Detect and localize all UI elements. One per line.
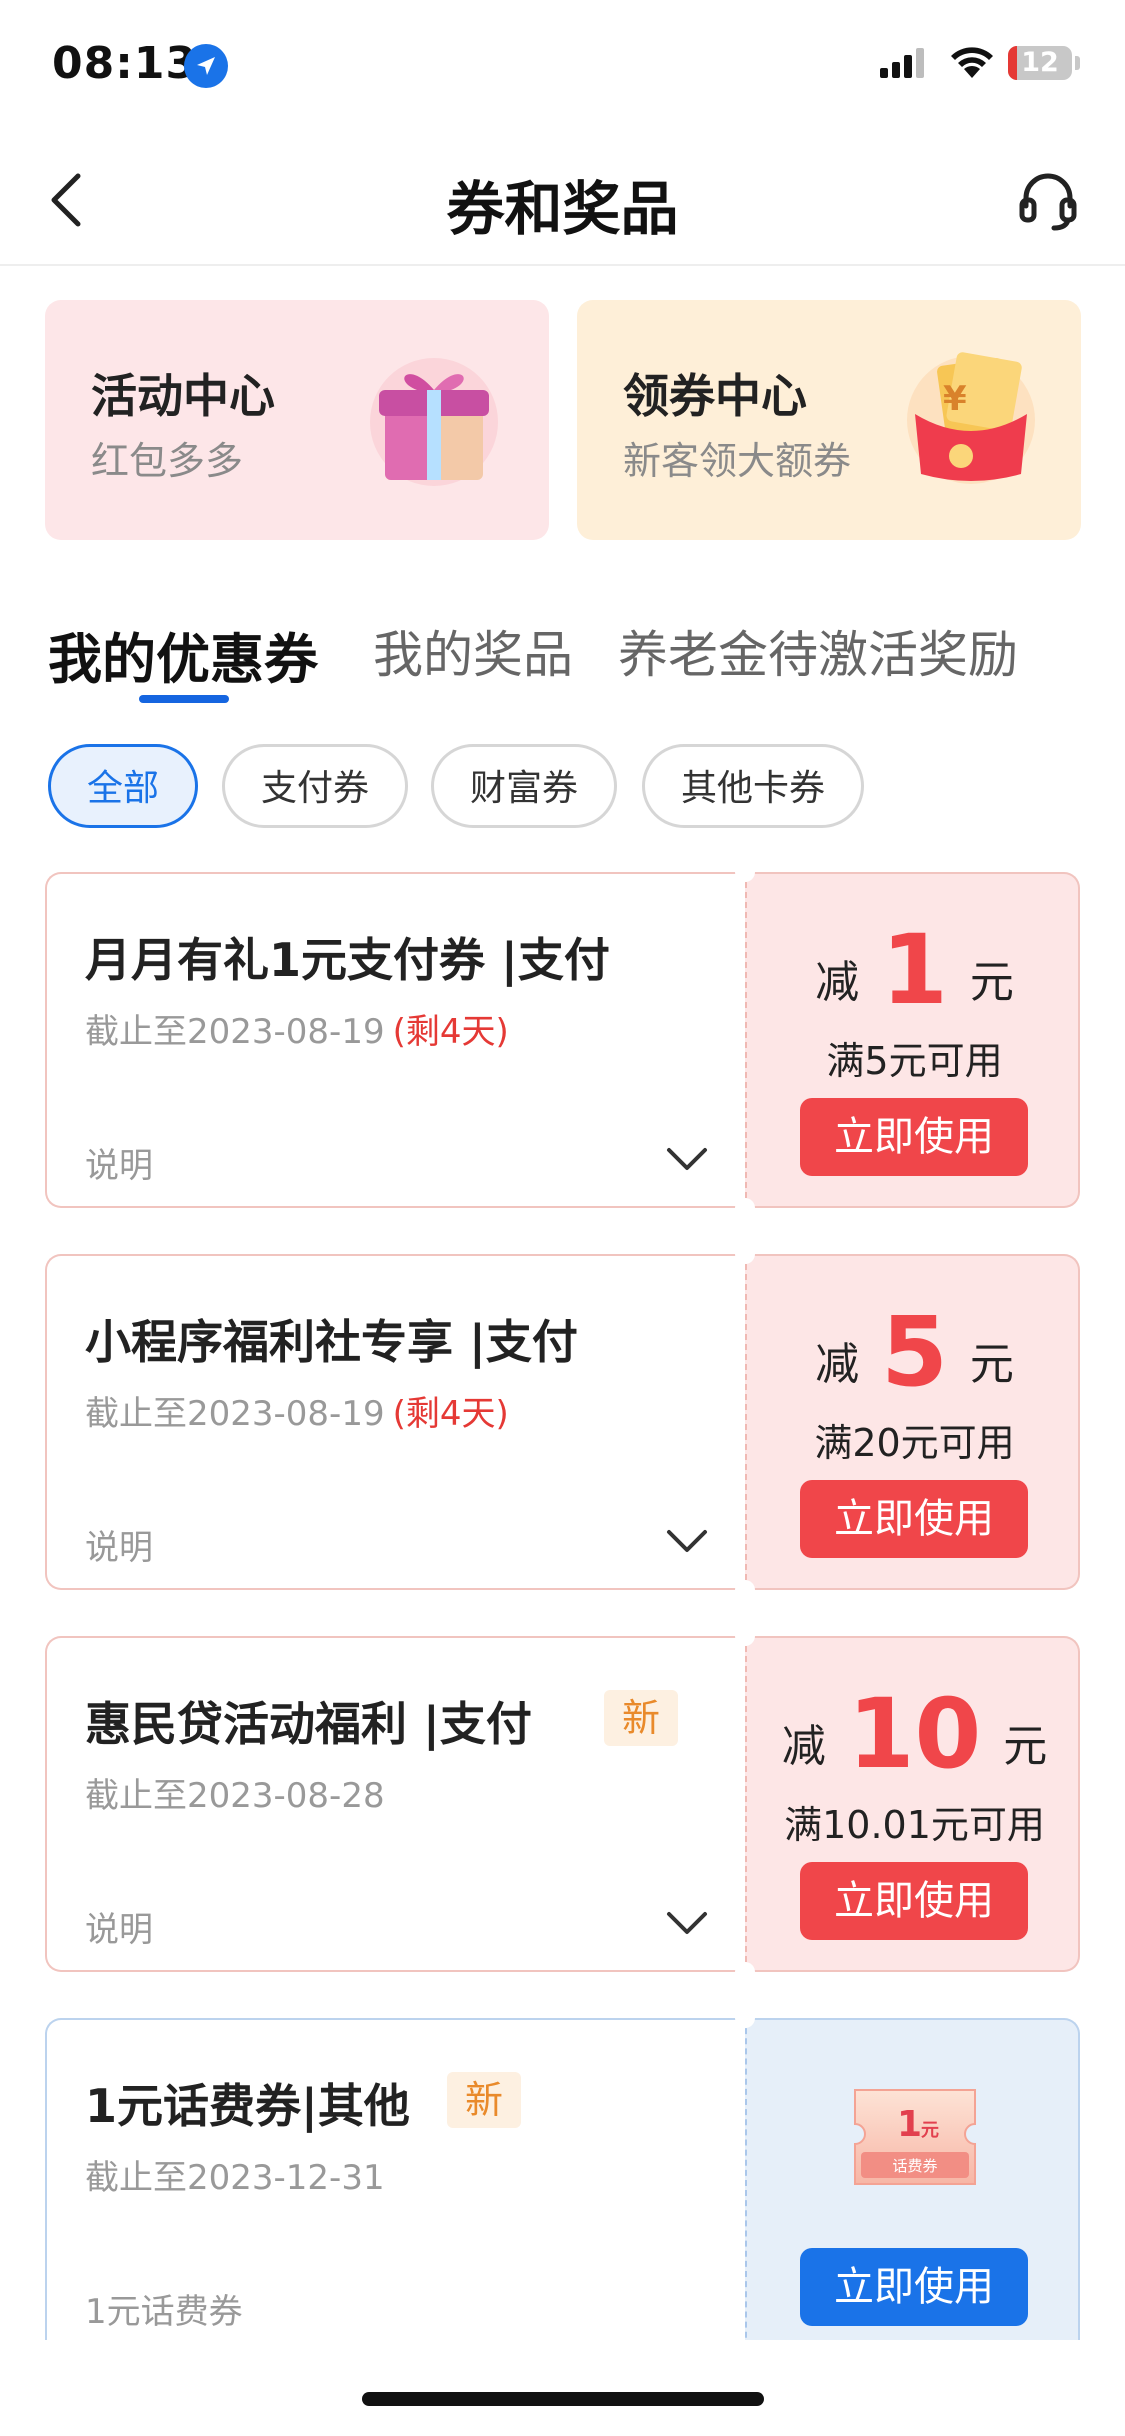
coupon-description-toggle[interactable]: 说明 — [85, 1902, 153, 1951]
coupon-tabs: 我的优惠券 我的奖品 养老金待激活奖励 — [0, 600, 1125, 710]
use-now-button[interactable]: 立即使用 — [800, 1098, 1028, 1176]
gift-box-icon — [370, 358, 498, 486]
battery-icon: 12 — [1008, 46, 1072, 80]
cellular-signal-icon — [880, 48, 924, 78]
coupon-center-subtitle: 新客领大额券 — [623, 439, 852, 483]
coupon-value-panel: 减 10 元 满10.01元可用 立即使用 — [745, 1636, 1080, 1972]
activity-center-title: 活动中心 — [91, 369, 275, 423]
coupon-value-panel: 减1元 满5元可用 立即使用 — [745, 872, 1080, 1208]
tab-my-prizes[interactable]: 我的奖品 — [373, 615, 573, 687]
coupon-title: 月月有礼1元支付券 |支付 — [85, 933, 610, 987]
chevron-down-icon[interactable] — [665, 1528, 709, 1554]
activity-center-card[interactable]: 活动中心 红包多多 — [45, 300, 549, 540]
use-now-button[interactable]: 立即使用 — [800, 1480, 1028, 1558]
filter-all[interactable]: 全部 — [48, 744, 198, 828]
status-bar: 08:13 12 — [0, 0, 1125, 132]
coupon-condition: 满10.01元可用 — [784, 1803, 1045, 1847]
coupon-title: 惠民贷活动福利 |支付 — [85, 1697, 532, 1751]
phone-bill-ticket-icon: 1 元 话费券 — [854, 2089, 976, 2185]
coupon-expiry: 截止至2023-12-31 — [85, 2158, 385, 2198]
coupon-description: 1元话费券 — [85, 2292, 243, 2332]
filter-payment-coupons[interactable]: 支付券 — [222, 744, 408, 828]
filter-other-cards[interactable]: 其他卡券 — [642, 744, 864, 828]
coupon-card: 月月有礼1元支付券 |支付 截止至2023-08-19 (剩4天) 说明 减1元 … — [45, 872, 1080, 1208]
coupon-info: 惠民贷活动福利 |支付 新 截止至2023-08-28 说明 — [45, 1636, 745, 1972]
filter-wealth-coupons[interactable]: 财富券 — [431, 744, 617, 828]
battery-level: 12 — [1021, 47, 1059, 78]
coupon-center-title: 领券中心 — [623, 369, 807, 423]
coupon-discount: 减1元 — [815, 914, 1014, 1026]
coupon-info: 1元话费券|其他 新 截止至2023-12-31 1元话费券 — [45, 2018, 745, 2340]
coupon-card: 小程序福利社专享 |支付 截止至2023-08-19 (剩4天) 说明 减5元 满… — [45, 1254, 1080, 1590]
coupon-discount: 减5元 — [815, 1296, 1014, 1408]
page-title: 券和奖品 — [446, 175, 679, 243]
coupon-card: 1元话费券|其他 新 截止至2023-12-31 1元话费券 1 元 话费券 立… — [45, 2018, 1080, 2340]
home-indicator — [362, 2392, 764, 2406]
coupon-description-toggle[interactable]: 说明 — [85, 1520, 153, 1569]
new-badge: 新 — [447, 2072, 522, 2128]
active-tab-indicator — [139, 695, 229, 703]
coupon-title: 小程序福利社专享 |支付 — [85, 1315, 578, 1369]
location-arrow-icon — [184, 44, 228, 88]
coupon-expiry: 截止至2023-08-19 (剩4天) — [85, 1012, 509, 1052]
ticket-label: 话费券 — [892, 2157, 937, 2175]
coupon-center-card[interactable]: 领券中心 新客领大额券 ¥ — [577, 300, 1081, 540]
coupon-days-remaining: (剩4天) — [392, 1012, 509, 1052]
coupon-info: 小程序福利社专享 |支付 截止至2023-08-19 (剩4天) 说明 — [45, 1254, 745, 1590]
coupon-discount: 减 10 元 — [781, 1678, 1048, 1790]
new-badge: 新 — [604, 1690, 679, 1746]
ticket-unit: 元 — [921, 2120, 939, 2141]
coupon-title: 1元话费券|其他 — [85, 2079, 410, 2133]
activity-center-subtitle: 红包多多 — [91, 439, 244, 483]
customer-service-headset-icon[interactable] — [1016, 168, 1080, 232]
use-now-button[interactable]: 立即使用 — [800, 1862, 1028, 1940]
coupon-condition: 满5元可用 — [826, 1039, 1003, 1083]
coupon-info: 月月有礼1元支付券 |支付 截止至2023-08-19 (剩4天) 说明 — [45, 872, 745, 1208]
coupon-value-panel: 减5元 满20元可用 立即使用 — [745, 1254, 1080, 1590]
ticket-amount: 1 — [897, 2104, 922, 2145]
coupon-card: 惠民贷活动福利 |支付 新 截止至2023-08-28 说明 减 10 元 满10.… — [45, 1636, 1080, 1972]
coupon-expiry: 截止至2023-08-19 (剩4天) — [85, 1394, 509, 1434]
coupon-days-remaining: (剩4天) — [392, 1394, 509, 1434]
battery-cap — [1075, 56, 1080, 70]
use-now-button[interactable]: 立即使用 — [800, 2248, 1028, 2326]
wifi-icon — [951, 47, 993, 78]
tab-pension-rewards[interactable]: 养老金待激活奖励 — [618, 615, 1018, 687]
coupon-value-panel: 1 元 话费券 立即使用 — [745, 2018, 1080, 2340]
coupon-condition: 满20元可用 — [814, 1421, 1015, 1465]
tab-my-coupons[interactable]: 我的优惠券 — [48, 615, 318, 694]
coupon-expiry: 截止至2023-08-28 — [85, 1776, 385, 1816]
svg-text:¥: ¥ — [943, 379, 967, 419]
navigation-bar: 券和奖品 — [0, 132, 1125, 266]
status-time: 08:13 — [52, 38, 198, 89]
coupon-description-toggle[interactable]: 说明 — [85, 1138, 153, 1187]
chevron-down-icon[interactable] — [665, 1910, 709, 1936]
red-envelope-icon: ¥ — [907, 352, 1035, 484]
chevron-down-icon[interactable] — [665, 1146, 709, 1172]
